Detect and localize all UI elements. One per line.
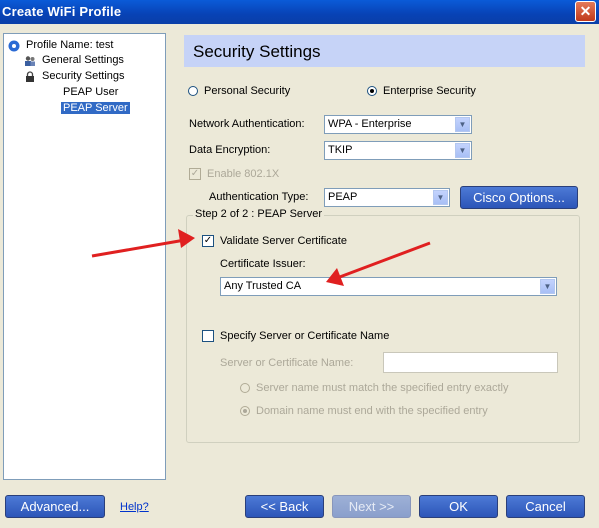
- cancel-label: Cancel: [525, 499, 566, 514]
- tree-item-profile-name[interactable]: Profile Name: test: [8, 38, 115, 53]
- peap-server-group: Step 2 of 2 : PEAP Server ✓ Validate Ser…: [186, 208, 580, 443]
- network-auth-value: WPA - Enterprise: [328, 118, 412, 130]
- personal-security-label: Personal Security: [204, 85, 291, 97]
- tree-item-label: Profile Name: test: [26, 39, 114, 51]
- network-auth-label: Network Authentication:: [189, 118, 305, 130]
- cert-issuer-label: Certificate Issuer:: [220, 258, 306, 270]
- tree-item-peap-server[interactable]: PEAP Server: [61, 101, 130, 116]
- users-icon: [25, 55, 35, 66]
- title-bar: Create WiFi Profile ✕: [0, 0, 599, 24]
- tree-item-security-settings[interactable]: Security Settings: [24, 69, 127, 84]
- section-header: Security Settings: [184, 35, 585, 67]
- chevron-down-icon[interactable]: ▼: [455, 143, 470, 158]
- chevron-down-icon[interactable]: ▼: [540, 279, 555, 294]
- validate-cert-label: Validate Server Certificate: [220, 235, 347, 247]
- tree-item-peap-user[interactable]: PEAP User: [61, 85, 120, 100]
- data-encryption-label: Data Encryption:: [189, 144, 271, 156]
- back-button[interactable]: << Back: [245, 495, 324, 518]
- close-button[interactable]: ✕: [575, 1, 596, 22]
- specify-server-checkbox[interactable]: [202, 330, 214, 342]
- server-name-input[interactable]: [383, 352, 558, 373]
- data-encryption-select[interactable]: TKIP ▼: [324, 141, 472, 160]
- tree-item-general-settings[interactable]: General Settings: [24, 53, 126, 68]
- tree-item-label: General Settings: [42, 54, 124, 66]
- next-label: Next >>: [348, 499, 395, 514]
- specify-server-label: Specify Server or Certificate Name: [220, 330, 390, 342]
- help-link[interactable]: Help?: [120, 501, 149, 513]
- personal-security-radio[interactable]: [188, 86, 198, 96]
- chevron-down-icon[interactable]: ▼: [455, 117, 470, 132]
- auth-type-label: Authentication Type:: [209, 191, 309, 203]
- advanced-button[interactable]: Advanced...: [5, 495, 105, 518]
- advanced-label: Advanced...: [20, 499, 90, 514]
- match-exact-radio[interactable]: [240, 383, 250, 393]
- enterprise-security-radio[interactable]: [367, 86, 377, 96]
- tree-item-label: PEAP Server: [61, 102, 130, 114]
- server-name-label: Server or Certificate Name:: [220, 357, 354, 369]
- domain-end-radio[interactable]: [240, 406, 250, 416]
- next-button[interactable]: Next >>: [332, 495, 411, 518]
- enterprise-security-label: Enterprise Security: [383, 85, 476, 97]
- back-label: << Back: [260, 499, 309, 514]
- close-icon: ✕: [579, 3, 592, 19]
- ok-button[interactable]: OK: [419, 495, 498, 518]
- data-encryption-value: TKIP: [328, 144, 353, 156]
- tree-item-label: PEAP User: [63, 86, 119, 98]
- cisco-options-label: Cisco Options...: [473, 190, 565, 205]
- chevron-down-icon[interactable]: ▼: [433, 190, 448, 205]
- wifi-icon: [8, 40, 20, 51]
- enable-8021x-label: Enable 802.1X: [207, 168, 280, 180]
- profile-tree: Profile Name: test General Settings Secu…: [3, 33, 166, 480]
- domain-end-label: Domain name must end with the specified …: [256, 405, 488, 417]
- lock-icon: [26, 70, 34, 82]
- settings-panel: Security Settings Personal Security Ente…: [175, 33, 596, 480]
- group-title: Step 2 of 2 : PEAP Server: [193, 208, 324, 220]
- network-auth-select[interactable]: WPA - Enterprise ▼: [324, 115, 472, 134]
- enable-8021x-checkbox[interactable]: ✓: [189, 168, 201, 180]
- tree-item-label: Security Settings: [42, 70, 125, 82]
- match-exact-label: Server name must match the specified ent…: [256, 382, 509, 394]
- cancel-button[interactable]: Cancel: [506, 495, 585, 518]
- page-title: Security Settings: [193, 42, 321, 61]
- cert-issuer-select[interactable]: Any Trusted CA ▼: [220, 277, 557, 296]
- window-title: Create WiFi Profile: [2, 4, 122, 19]
- cert-issuer-value: Any Trusted CA: [224, 280, 302, 292]
- auth-type-select[interactable]: PEAP ▼: [324, 188, 450, 207]
- auth-type-value: PEAP: [328, 191, 358, 203]
- validate-cert-checkbox[interactable]: ✓: [202, 235, 214, 247]
- cisco-options-button[interactable]: Cisco Options...: [460, 186, 578, 209]
- ok-label: OK: [449, 499, 468, 514]
